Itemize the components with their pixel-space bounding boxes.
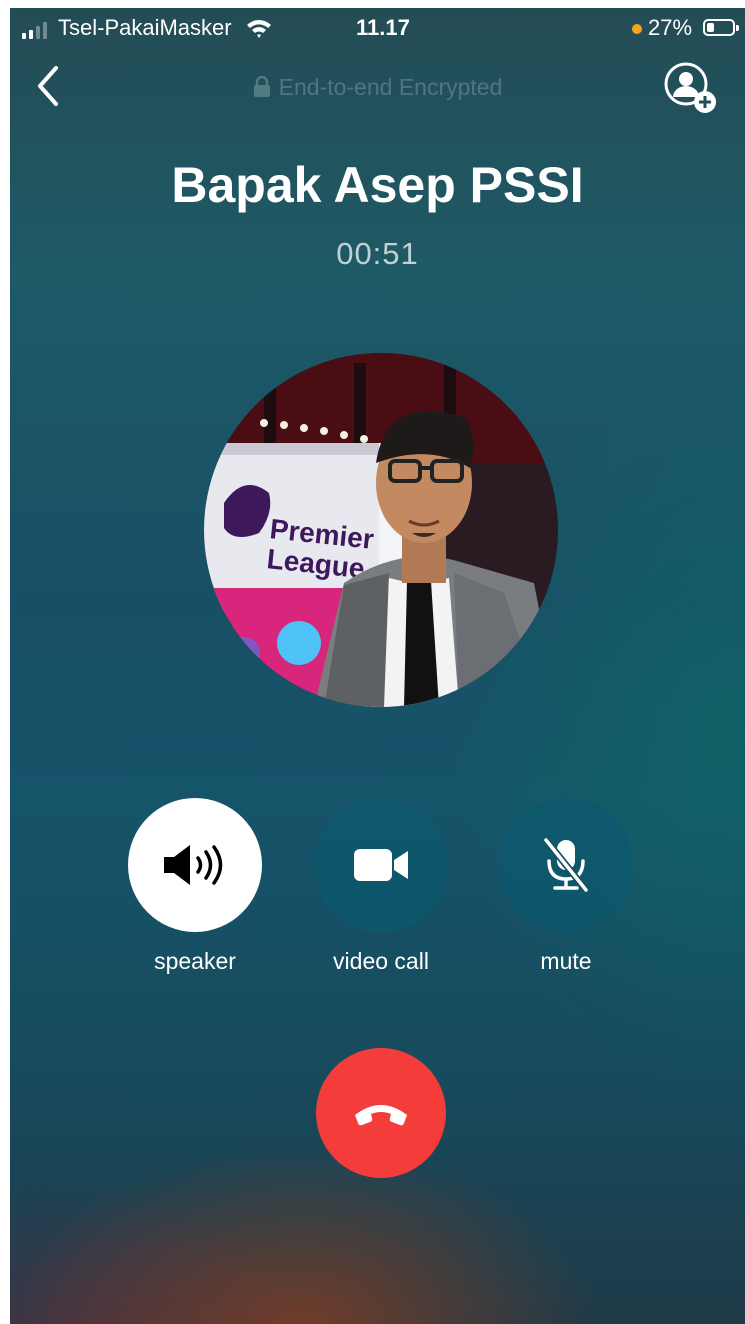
end-call-button[interactable] bbox=[316, 1048, 446, 1178]
contact-avatar: Premier League bbox=[204, 353, 558, 707]
mute-button[interactable] bbox=[499, 798, 633, 932]
speaker-button[interactable] bbox=[128, 798, 262, 932]
encryption-notice: End-to-end Encrypted bbox=[10, 74, 745, 101]
mute-label: mute bbox=[540, 948, 592, 974]
encryption-label: End-to-end Encrypted bbox=[278, 74, 503, 100]
clock-time: 11.17 bbox=[356, 15, 410, 40]
add-participant-button[interactable] bbox=[662, 60, 718, 116]
speaker-label: speaker bbox=[154, 948, 236, 974]
add-person-icon bbox=[664, 62, 716, 113]
end-call-icon bbox=[355, 1105, 407, 1126]
wifi-icon bbox=[246, 17, 272, 45]
video-camera-icon bbox=[354, 849, 408, 881]
carrier-name: Tsel-PakaiMasker bbox=[58, 15, 232, 40]
status-bar: Tsel-PakaiMasker 11.17 27% bbox=[10, 8, 745, 48]
recording-indicator-dot bbox=[632, 24, 642, 34]
microphone-off-icon bbox=[543, 837, 589, 893]
video-call-label: video call bbox=[333, 948, 429, 974]
call-screen: Tsel-PakaiMasker 11.17 27% End-to-end En… bbox=[10, 8, 745, 1324]
contact-name: Bapak Asep PSSI bbox=[171, 157, 584, 213]
battery-percent: 27% bbox=[648, 15, 693, 40]
battery-icon bbox=[703, 19, 739, 36]
video-call-button[interactable] bbox=[314, 798, 448, 932]
speaker-icon bbox=[164, 845, 223, 885]
signal-icon bbox=[22, 22, 47, 39]
call-duration: 00:51 bbox=[336, 236, 419, 271]
lock-icon bbox=[253, 75, 270, 97]
